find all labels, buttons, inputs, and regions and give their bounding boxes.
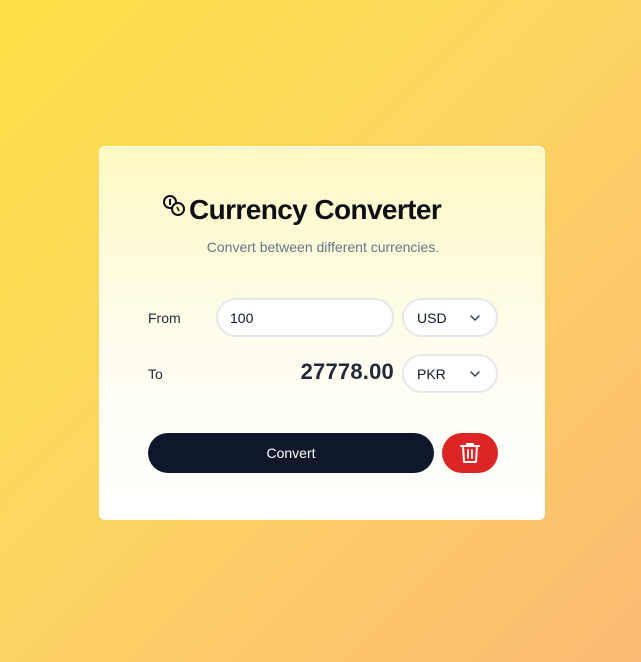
title-row: Currency Converter — [162, 194, 442, 226]
convert-button-label: Convert — [266, 445, 316, 461]
from-label: From — [148, 310, 181, 326]
chevron-down-icon — [470, 314, 480, 321]
page-title: Currency Converter — [189, 194, 442, 225]
converter-card: Currency Converter Convert between diffe… — [99, 146, 545, 520]
trash-icon — [460, 443, 480, 463]
to-currency-value: PKR — [417, 365, 446, 382]
coins-icon — [163, 195, 185, 216]
from-currency-select[interactable]: USD — [402, 298, 498, 337]
page-subtitle: Convert between different currencies. — [206, 239, 440, 255]
converted-amount: 27778.00 — [300, 359, 394, 384]
to-label: To — [148, 366, 163, 382]
delete-button[interactable] — [442, 433, 498, 473]
amount-input[interactable] — [216, 298, 394, 337]
from-currency-value: USD — [417, 309, 447, 326]
chevron-down-icon — [470, 370, 480, 377]
convert-button[interactable]: Convert — [148, 433, 434, 473]
to-currency-select[interactable]: PKR — [402, 354, 498, 393]
